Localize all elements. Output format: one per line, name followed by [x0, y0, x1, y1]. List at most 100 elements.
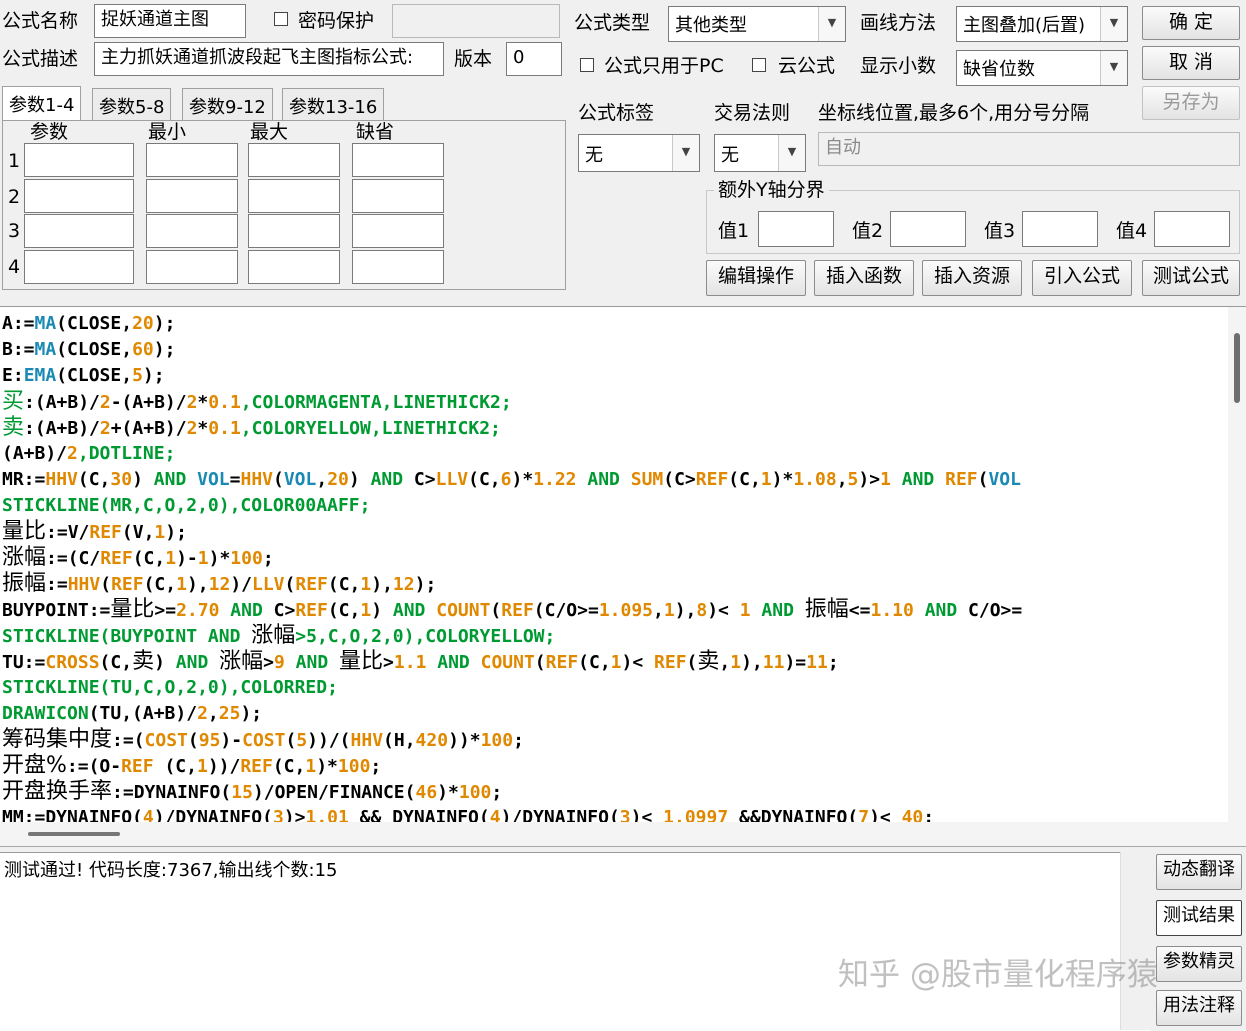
- param-min-input[interactable]: [146, 143, 238, 177]
- chevron-down-icon[interactable]: ▼: [1100, 51, 1127, 85]
- code-token: ),: [674, 600, 697, 621]
- code-token: (C,: [143, 574, 177, 595]
- code-token: 1.10: [870, 600, 914, 621]
- code-token: 40: [901, 807, 924, 823]
- code-line: 筹码集中度:=(COST(95)-COST(5))/(HHV(H,420))*1…: [2, 727, 524, 753]
- code-token: STICKLINE(TU,C,O,2,0),COLORRED;: [2, 677, 338, 698]
- code-token: REF: [501, 600, 534, 621]
- code-token: 95: [198, 730, 221, 751]
- code-line: BUYPOINT:=量比>=2.70 AND C>REF(C,1) AND CO…: [2, 597, 1022, 623]
- ok-button[interactable]: 确 定: [1142, 6, 1240, 40]
- param-name-input[interactable]: [24, 250, 134, 284]
- insert-function-button[interactable]: 插入函数: [814, 260, 914, 296]
- tab-params-13-16[interactable]: 参数13-16: [282, 88, 385, 120]
- param-max-input[interactable]: [248, 179, 340, 213]
- insert-resource-button[interactable]: 插入资源: [922, 260, 1022, 296]
- code-line: STICKLINE(TU,C,O,2,0),COLORRED;: [2, 675, 338, 701]
- password-checkbox[interactable]: [274, 12, 288, 26]
- param-default-input[interactable]: [352, 143, 444, 177]
- trade-rule-select[interactable]: 无 ▼: [714, 134, 806, 172]
- output-scrollbar[interactable]: [1120, 852, 1151, 1030]
- coord-lines-input[interactable]: 自动: [818, 132, 1240, 166]
- password-input[interactable]: [392, 4, 560, 38]
- code-token: 1: [360, 574, 372, 595]
- code-line: DRAWICON(TU,(A+B)/2,25);: [2, 701, 262, 727]
- code-token: )<: [621, 652, 655, 673]
- param-wizard-button[interactable]: 参数精灵: [1156, 946, 1242, 982]
- dynamic-translate-button[interactable]: 动态翻译: [1156, 854, 1242, 890]
- code-token: 涨幅: [2, 545, 47, 570]
- code-token: 100: [480, 730, 514, 751]
- param-min-input[interactable]: [146, 214, 238, 248]
- chevron-down-icon[interactable]: ▼: [778, 135, 805, 171]
- test-formula-button[interactable]: 测试公式: [1142, 260, 1240, 296]
- formula-tag-select[interactable]: 无 ▼: [578, 134, 700, 172]
- scrollbar-thumb[interactable]: [28, 832, 120, 836]
- code-line: 量比:=V/REF(V,1);: [2, 519, 187, 545]
- cancel-button[interactable]: 取 消: [1142, 46, 1240, 80]
- code-token: *: [197, 418, 209, 439]
- test-result-button[interactable]: 测试结果: [1156, 900, 1242, 936]
- chevron-down-icon[interactable]: ▼: [1100, 7, 1127, 41]
- code-token: 涨幅: [219, 649, 264, 674]
- draw-method-select[interactable]: 主图叠加(后置) ▼: [956, 6, 1128, 42]
- param-max-input[interactable]: [248, 143, 340, 177]
- cloud-formula-checkbox[interactable]: [752, 58, 766, 72]
- param-row-number: 3: [8, 220, 21, 242]
- tab-params-5-8[interactable]: 参数5-8: [92, 88, 172, 120]
- import-formula-button[interactable]: 引入公式: [1032, 260, 1132, 296]
- trade-rule-label: 交易法则: [714, 102, 791, 124]
- formula-desc-input[interactable]: 主力抓妖通道抓波段起飞主图指标公式:: [94, 42, 444, 76]
- code-token: 5: [296, 730, 308, 751]
- formula-type-select[interactable]: 其他类型 ▼: [668, 6, 846, 42]
- tab-params-9-12[interactable]: 参数9-12: [182, 88, 273, 120]
- code-editor[interactable]: A:=MA(CLOSE,20); B:=MA(CLOSE,60); E:EMA(CL…: [0, 306, 1246, 823]
- param-default-input[interactable]: [352, 179, 444, 213]
- horizontal-scrollbar[interactable]: [0, 822, 1246, 847]
- value4-input[interactable]: [1154, 211, 1230, 247]
- code-token: (: [187, 730, 199, 751]
- code-line: 买:(A+B)/2-(A+B)/2*0.1,COLORMAGENTA,LINET…: [2, 389, 512, 415]
- code-token: HHV: [240, 469, 273, 490]
- param-min-input[interactable]: [146, 179, 238, 213]
- chevron-down-icon[interactable]: ▼: [672, 135, 699, 171]
- param-name-input[interactable]: [24, 214, 134, 248]
- code-token: TU:=: [2, 652, 46, 673]
- code-token: 1.01: [305, 807, 349, 823]
- code-token: =: [229, 469, 241, 490]
- chevron-down-icon[interactable]: ▼: [818, 7, 845, 41]
- code-token: C>: [403, 469, 436, 490]
- param-default-input[interactable]: [352, 214, 444, 248]
- code-token: 1: [305, 756, 317, 777]
- vertical-scrollbar[interactable]: [1228, 307, 1246, 823]
- code-token: );: [153, 339, 176, 360]
- value1-input[interactable]: [758, 211, 834, 247]
- code-token: 4: [142, 807, 154, 823]
- param-name-input[interactable]: [24, 179, 134, 213]
- param-max-input[interactable]: [248, 250, 340, 284]
- decimals-select[interactable]: 缺省位数 ▼: [956, 50, 1128, 86]
- pc-only-checkbox[interactable]: [580, 58, 594, 72]
- param-min-input[interactable]: [146, 250, 238, 284]
- usage-notes-button[interactable]: 用法注释: [1156, 990, 1242, 1026]
- param-default-input[interactable]: [352, 250, 444, 284]
- value2-input[interactable]: [890, 211, 966, 247]
- version-label: 版本: [454, 48, 493, 70]
- value3-input[interactable]: [1022, 211, 1098, 247]
- save-as-button[interactable]: 另存为: [1142, 86, 1240, 120]
- version-input[interactable]: 0: [506, 42, 562, 76]
- code-token: ,: [653, 600, 664, 621]
- scrollbar-thumb[interactable]: [1234, 333, 1240, 403]
- extra-y-axis-label: 额外Y轴分界: [714, 181, 829, 200]
- code-token: 振幅: [2, 571, 47, 596]
- param-max-input[interactable]: [248, 214, 340, 248]
- edit-operation-button[interactable]: 编辑操作: [706, 260, 806, 296]
- param-name-input[interactable]: [24, 143, 134, 177]
- value1-label: 值1: [718, 220, 750, 242]
- watermark: 知乎 @股市量化程序猿: [838, 957, 1158, 993]
- tab-params-1-4[interactable]: 参数1-4: [2, 86, 82, 122]
- formula-name-input[interactable]: 捉妖通道主图: [94, 4, 246, 38]
